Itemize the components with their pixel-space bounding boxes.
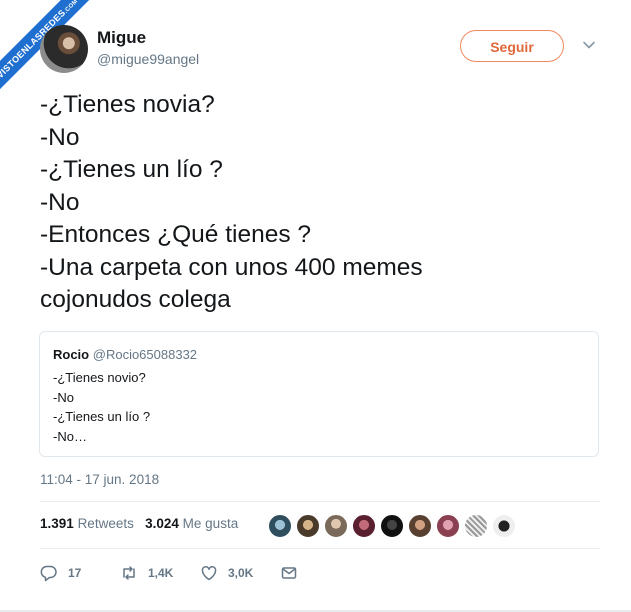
likes-label[interactable]: Me gusta: [183, 516, 239, 531]
quoted-line: -No…: [53, 428, 87, 444]
liker-avatar[interactable]: [492, 514, 516, 538]
liker-avatar[interactable]: [352, 514, 376, 538]
tweet-line: -No: [40, 188, 80, 216]
quoted-tweet[interactable]: Rocio @Rocio65088332 -¿Tienes novio? -No…: [39, 331, 599, 457]
author-avatar[interactable]: [40, 25, 88, 73]
tweet-text: -¿Tienes novia? -No -¿Tienes un lío ? -N…: [40, 89, 423, 317]
quoted-line: -¿Tienes un lío ?: [53, 409, 151, 424]
divider: [40, 548, 600, 549]
chevron-down-icon[interactable]: [582, 38, 596, 52]
tweet-line: cojonudos colega: [40, 286, 231, 313]
follow-button[interactable]: Seguir: [460, 30, 564, 62]
quoted-text: -¿Tienes novio? -No -¿Tienes un lío ? -N…: [53, 368, 150, 446]
tweet-line: -Entonces ¿Qué tienes ?: [40, 221, 312, 248]
liker-avatar[interactable]: [324, 514, 348, 538]
liker-avatar[interactable]: [436, 514, 460, 538]
liker-avatar[interactable]: [296, 514, 320, 538]
liker-avatar[interactable]: [408, 514, 432, 538]
tweet-line: -No: [40, 123, 80, 151]
reply-icon: [40, 565, 57, 582]
reply-count: 17: [68, 566, 82, 580]
retweets-count[interactable]: 1.391: [40, 516, 74, 531]
retweet-icon: [123, 566, 135, 580]
divider: [40, 501, 600, 502]
retweets-label[interactable]: Retweets: [78, 516, 134, 531]
watermark-suffix: .COM: [63, 0, 80, 15]
like-count: 3,0K: [228, 566, 254, 580]
tweet-line: -¿Tienes novia?: [40, 91, 215, 118]
quoted-line: -No: [53, 389, 74, 405]
message-button[interactable]: [280, 562, 298, 584]
author-name[interactable]: Migue: [97, 28, 146, 48]
liker-avatar[interactable]: [268, 514, 292, 538]
likes-count[interactable]: 3.024: [145, 516, 179, 531]
quoted-author-handle: @Rocio65088332: [92, 347, 198, 362]
quoted-line: -¿Tienes novio?: [53, 370, 146, 385]
engagement-stats: 1.391 Retweets 3.024 Me gusta: [40, 516, 238, 531]
tweet-line: -¿Tienes un lío ?: [40, 156, 223, 183]
tweet-line: -Una carpeta con unos 400 memes: [40, 253, 423, 281]
tweet-card: VISTOENLASREDES.COM Migue @migue99angel …: [0, 0, 631, 612]
author-handle[interactable]: @migue99angel: [97, 51, 199, 67]
liker-avatar[interactable]: [464, 514, 488, 538]
quoted-author-name: Rocio: [53, 347, 90, 362]
mail-icon: [281, 567, 297, 579]
heart-icon: [201, 565, 217, 581]
liker-avatar[interactable]: [380, 514, 404, 538]
quoted-header: Rocio @Rocio65088332: [53, 347, 197, 362]
tweet-timestamp[interactable]: 11:04 - 17 jun. 2018: [40, 472, 159, 487]
reply-button[interactable]: 17: [40, 562, 81, 584]
retweet-count: 1,4K: [148, 566, 174, 580]
like-button[interactable]: 3,0K: [200, 562, 253, 584]
retweet-button[interactable]: 1,4K: [120, 562, 173, 584]
